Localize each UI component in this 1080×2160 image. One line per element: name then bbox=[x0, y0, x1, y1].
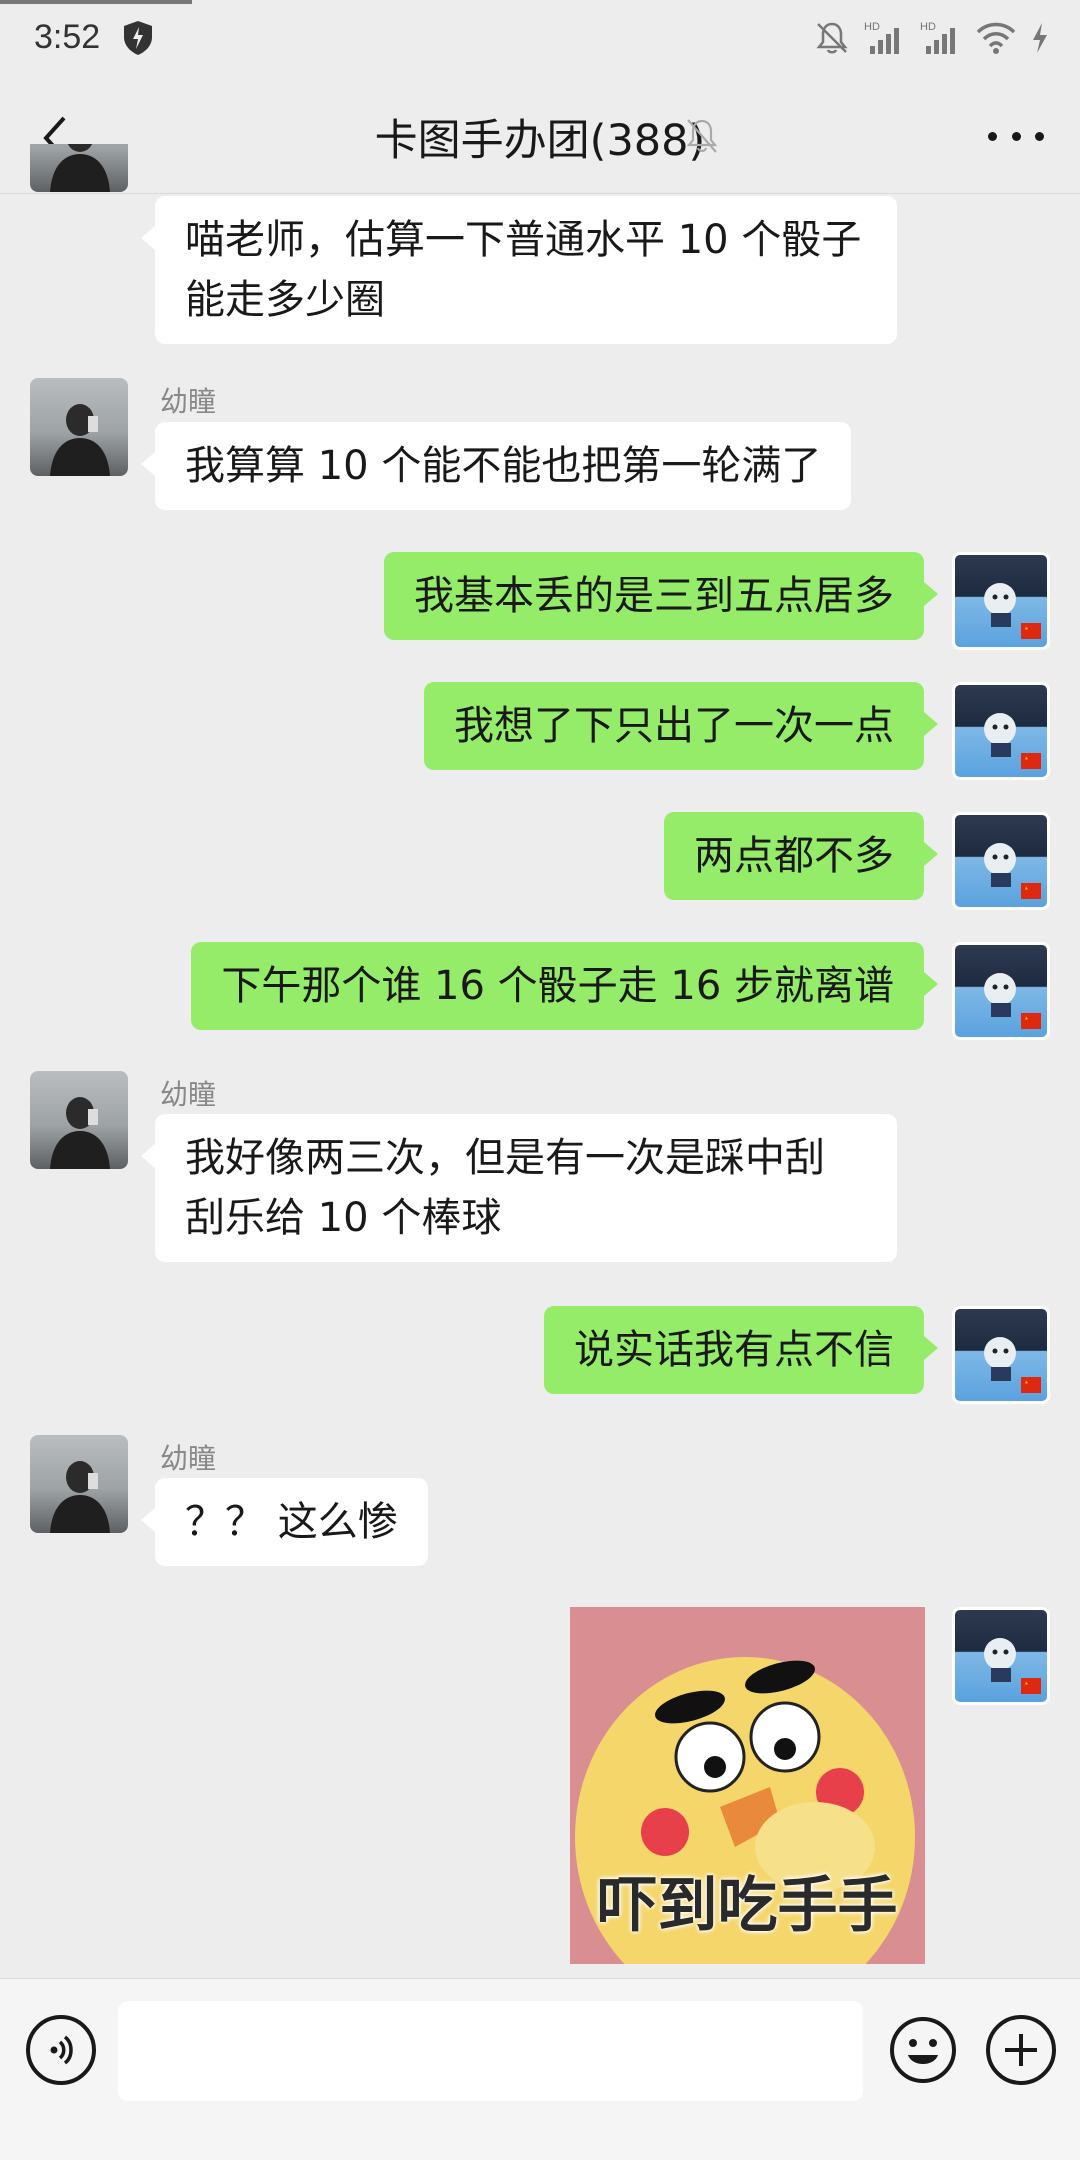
input-bar bbox=[0, 1978, 1080, 2160]
message-text-line: 刮乐给 10 个棒球 bbox=[185, 1195, 502, 1241]
avatar[interactable] bbox=[952, 942, 1050, 1040]
sticker-message[interactable]: 吓到吃手手 bbox=[570, 1607, 925, 1964]
message-bubble[interactable]: 说实话我有点不信 bbox=[544, 1306, 938, 1394]
sender-name: 幼瞳 bbox=[160, 385, 217, 418]
avatar[interactable] bbox=[952, 682, 1050, 780]
dog-avatar-image bbox=[984, 1638, 1041, 1694]
avatar[interactable] bbox=[30, 1435, 128, 1533]
dog-avatar-image bbox=[984, 1337, 1041, 1393]
chat-title[interactable]: 卡图手办团(388) bbox=[0, 106, 1080, 168]
avatar[interactable] bbox=[952, 1306, 1050, 1404]
wifi-icon bbox=[976, 22, 1016, 54]
plus-button[interactable] bbox=[986, 2015, 1056, 2085]
message-text: 我想了下只出了一次一点 bbox=[454, 703, 894, 749]
dog-avatar-image bbox=[984, 583, 1041, 639]
status-bar: 3:52 HD HD bbox=[0, 0, 1080, 78]
svg-text:HD: HD bbox=[864, 21, 880, 33]
message-text: 说实话我有点不信 bbox=[574, 1327, 894, 1373]
message-text: 两点都不多 bbox=[694, 833, 894, 879]
message-bubble[interactable]: ？？ 这么惨 bbox=[141, 1478, 428, 1566]
sender-name: 幼瞳 bbox=[160, 1442, 217, 1475]
message-input[interactable] bbox=[118, 2001, 863, 2101]
hd-signal-icon: HD bbox=[864, 21, 899, 54]
avatar[interactable] bbox=[30, 1071, 128, 1169]
shield-icon bbox=[124, 21, 152, 55]
dog-avatar-image bbox=[984, 973, 1041, 1029]
message-bubble[interactable]: 我基本丢的是三到五点居多 bbox=[384, 552, 938, 640]
plus-icon bbox=[1005, 2034, 1037, 2066]
emoji-icon bbox=[890, 2017, 956, 2083]
charging-icon bbox=[1033, 23, 1047, 53]
message-bubble[interactable]: 我算算 10 个能不能也把第一轮满了 bbox=[140, 422, 852, 510]
status-icons: HD HD bbox=[814, 18, 1050, 58]
dog-avatar-image bbox=[984, 713, 1041, 769]
muted-bell-icon bbox=[686, 119, 718, 153]
message-text: 我基本丢的是三到五点居多 bbox=[414, 573, 894, 619]
message-bubble[interactable]: 我想了下只出了一次一点 bbox=[424, 682, 938, 770]
sticker-caption: 吓到吃手手 bbox=[597, 1871, 898, 1941]
more-options-button[interactable] bbox=[988, 118, 1044, 154]
hd-signal-icon: HD bbox=[920, 21, 955, 54]
status-progress-strip bbox=[0, 0, 192, 4]
emoji-button[interactable] bbox=[888, 2015, 958, 2085]
avatar[interactable] bbox=[952, 812, 1050, 910]
chat-header: 卡图手办团(388) bbox=[0, 78, 1080, 194]
message-bubble[interactable]: 喵老师，估算一下普通水平 10 个骰子 能走多少圈 bbox=[141, 196, 897, 344]
voice-button[interactable] bbox=[26, 2015, 96, 2085]
message-bubble[interactable]: 下午那个谁 16 个骰子走 16 步就离谱 bbox=[191, 942, 938, 1030]
avatar[interactable] bbox=[952, 1607, 1050, 1705]
message-text: 我算算 10 个能不能也把第一轮满了 bbox=[185, 443, 822, 489]
message-text-line: 喵老师，估算一下普通水平 10 个骰子 bbox=[185, 217, 862, 263]
avatar[interactable] bbox=[30, 378, 128, 476]
person-avatar-image bbox=[50, 404, 110, 476]
person-avatar-image bbox=[50, 1461, 110, 1533]
message-bubble[interactable]: 我好像两三次，但是有一次是踩中刮 刮乐给 10 个棒球 bbox=[141, 1114, 897, 1262]
mute-bell-icon bbox=[816, 22, 848, 54]
avatar[interactable] bbox=[952, 552, 1050, 650]
status-time: 3:52 bbox=[34, 18, 101, 56]
svg-text:HD: HD bbox=[920, 21, 936, 33]
person-avatar-image bbox=[50, 1097, 110, 1169]
sender-name: 幼瞳 bbox=[160, 1078, 217, 1111]
voice-icon bbox=[50, 2035, 73, 2065]
message-text-line: 能走多少圈 bbox=[185, 277, 385, 323]
dog-avatar-image bbox=[984, 843, 1041, 899]
more-dots-icon bbox=[988, 131, 997, 141]
message-text: 下午那个谁 16 个骰子走 16 步就离谱 bbox=[221, 963, 894, 1009]
message-text: ？？ 这么惨 bbox=[185, 1499, 398, 1545]
message-bubble[interactable]: 两点都不多 bbox=[664, 812, 938, 900]
message-text-line: 我好像两三次，但是有一次是踩中刮 bbox=[185, 1135, 825, 1181]
